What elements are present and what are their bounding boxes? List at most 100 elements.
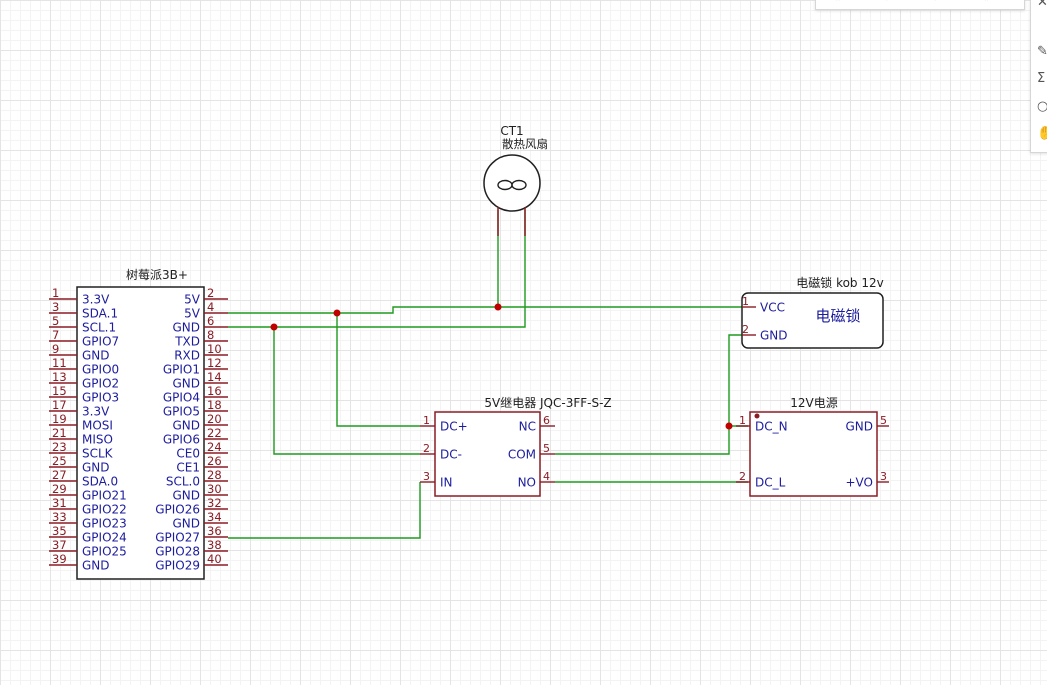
schematic-canvas[interactable]: CT1 散热风扇 树莓派3B+ 1 3.3V 3 SDA.1 5 SCL.1 7 GPIO7 9… — [0, 0, 1047, 685]
pin-label: RXD — [174, 349, 200, 363]
pin-number: 17 — [52, 398, 67, 412]
wire-5v-to-relay-dcplus[interactable] — [336, 313, 420, 427]
pin-label: GND — [172, 419, 200, 433]
pin-label: GND — [172, 489, 200, 503]
fan-component[interactable]: CT1 散热风扇 — [483, 124, 548, 236]
wire-gnd-to-fan[interactable] — [228, 210, 526, 328]
pin-number: 25 — [52, 454, 67, 468]
lock-center-label: 电磁锁 — [815, 307, 860, 325]
pin-number: 34 — [207, 510, 222, 524]
pin-label: VCC — [760, 301, 785, 315]
pin-number: 35 — [52, 524, 67, 538]
pin-number: 3 — [880, 470, 887, 483]
junctions — [270, 303, 733, 430]
pin-label: +VO — [846, 476, 874, 490]
pin-number: 2 — [207, 286, 214, 300]
pin-number: 19 — [52, 412, 67, 426]
pin-number: 16 — [207, 384, 222, 398]
pin-number: 1 — [423, 414, 430, 427]
wire-relay-com-to-psu[interactable] — [555, 425, 748, 455]
pin-number: 2 — [423, 442, 430, 455]
fan-ref: CT1 — [500, 124, 523, 138]
junction-dot — [333, 309, 341, 317]
junction-dot — [270, 323, 278, 331]
pin-label: GPIO5 — [163, 405, 200, 419]
pin-label: CE1 — [176, 461, 200, 475]
junction-dot — [725, 422, 733, 430]
pin-label: SDA.0 — [82, 475, 118, 489]
pin-number: 22 — [207, 426, 222, 440]
pin-number: 5 — [52, 314, 59, 328]
fan-name: 散热风扇 — [502, 137, 548, 151]
pin-label: GPIO22 — [82, 503, 127, 517]
wire-gpio27-to-relay-in[interactable] — [228, 482, 421, 539]
pin-number: 3 — [423, 470, 430, 483]
pin-label: TXD — [174, 335, 200, 349]
pin-label: COM — [508, 448, 536, 462]
pin-label: GND — [82, 559, 110, 573]
pin-label: GPIO3 — [82, 391, 119, 405]
pin-label: GND — [82, 349, 110, 363]
lock-component[interactable]: 电磁锁 kob 12v 电磁锁 1 VCC 2 GND — [741, 275, 884, 349]
pin-label: 3.3V — [82, 293, 110, 307]
pin-label: GND — [82, 461, 110, 475]
pin-label: GPIO27 — [155, 531, 200, 545]
pin-label: NC — [519, 420, 536, 434]
relay-component[interactable]: 5V继电器 JQC-3FF-S-Z 1 DC+ 2 DC- 3 IN 6 NC 5 COM 4 NO — [420, 396, 612, 497]
pin-number: 37 — [52, 538, 67, 552]
pin-number: 26 — [207, 454, 222, 468]
pin-number: 24 — [207, 440, 222, 454]
pin-number: 3 — [52, 300, 59, 314]
pin-number: 2 — [742, 323, 749, 336]
pin-label: GND — [845, 420, 873, 434]
pin-label: GPIO28 — [155, 545, 200, 559]
pin-label: GPIO25 — [82, 545, 127, 559]
pin-number: 32 — [207, 496, 222, 510]
pin-number: 6 — [207, 314, 214, 328]
pin-number: 31 — [52, 496, 67, 510]
pin-number: 11 — [52, 356, 67, 370]
pin-number: 29 — [52, 482, 67, 496]
pin-number: 36 — [207, 524, 222, 538]
psu-pin1-marker — [754, 413, 760, 419]
pin-label: GPIO4 — [163, 391, 200, 405]
pin-label: GPIO6 — [163, 433, 200, 447]
pin-label: GPIO1 — [163, 363, 200, 377]
pin-label: 5V — [184, 293, 201, 307]
pin-number: 1 — [52, 286, 59, 300]
rpi-title: 树莓派3B+ — [126, 267, 188, 282]
pin-number: 21 — [52, 426, 67, 440]
pin-number: 1 — [739, 414, 746, 427]
pin-label: DC_L — [755, 476, 786, 490]
pin-number: 39 — [52, 552, 67, 566]
pin-number: 12 — [207, 356, 222, 370]
pin-number: 5 — [880, 414, 887, 427]
pin-label: 3.3V — [82, 405, 110, 419]
pin-label: CE0 — [176, 447, 200, 461]
pin-number: 20 — [207, 412, 222, 426]
pin-number: 28 — [207, 468, 222, 482]
pin-label: GND — [172, 321, 200, 335]
pin-number: 15 — [52, 384, 67, 398]
pin-number: 1 — [742, 295, 749, 308]
pin-label: GPIO7 — [82, 335, 119, 349]
psu-title: 12V电源 — [790, 396, 837, 410]
pin-label: SCL.0 — [166, 475, 200, 489]
wire-lock-gnd-to-psu[interactable] — [728, 334, 742, 426]
pin-label: GPIO24 — [82, 531, 127, 545]
wire-gnd-to-relay-dcminus[interactable] — [273, 327, 420, 455]
pin-number: 14 — [207, 370, 222, 384]
pin-label: GPIO23 — [82, 517, 127, 531]
pin-label: IN — [440, 476, 453, 490]
pin-number: 5 — [543, 442, 550, 455]
pin-label: DC_N — [755, 420, 788, 434]
pin-number: 40 — [207, 552, 222, 566]
pin-number: 7 — [52, 328, 59, 342]
rpi-component[interactable]: 树莓派3B+ 1 3.3V 3 SDA.1 5 SCL.1 7 GPIO7 9 GND 11 GPIO… — [49, 267, 228, 580]
psu-component[interactable]: 12V电源 1 DC_N 2 DC_L 5 GND 3 +VO — [736, 396, 889, 497]
pin-label: GPIO29 — [155, 559, 200, 573]
pin-label: GND — [172, 517, 200, 531]
wire-5v-to-lock-vcc[interactable] — [228, 306, 742, 314]
pin-label: GND — [172, 377, 200, 391]
pin-number: 13 — [52, 370, 67, 384]
